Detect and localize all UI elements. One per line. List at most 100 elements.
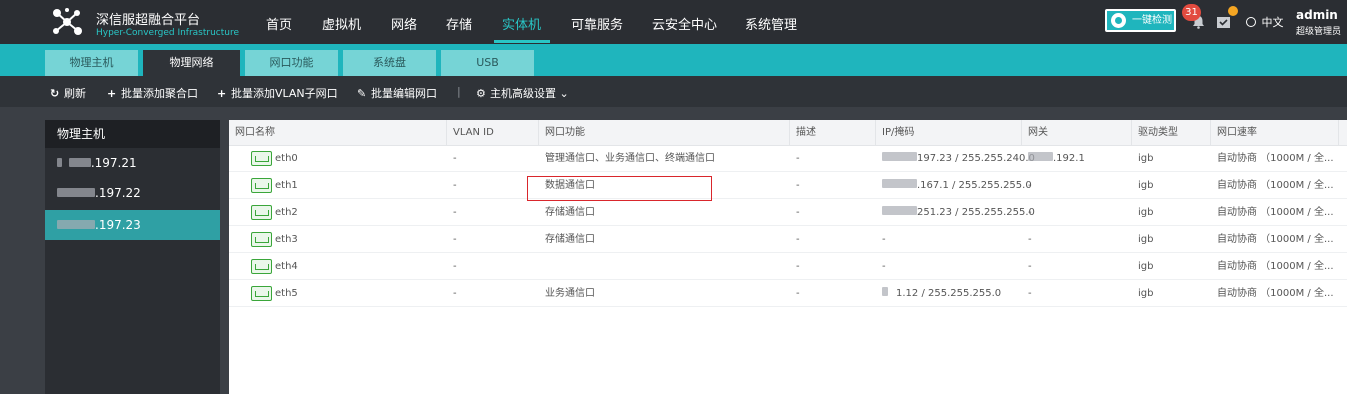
top-nav-bar: 深信服超融合平台 Hyper-Converged Infrastructure …	[0, 0, 1347, 44]
sidebar-host-item[interactable]: .197.21	[45, 148, 220, 178]
sidebar-host-item-active[interactable]: .197.23	[45, 210, 220, 240]
tab-physical-host[interactable]: 物理主机	[45, 50, 138, 76]
col-port-function[interactable]: 网口功能	[539, 120, 790, 146]
nav-system-management[interactable]: 系统管理	[745, 14, 797, 33]
plus-icon: +	[107, 87, 117, 100]
add-aggregate-port-button[interactable]: + 批量添加聚合口	[107, 85, 198, 101]
nav-home[interactable]: 首页	[266, 14, 292, 33]
redacted-text	[882, 152, 917, 161]
host-ip-suffix: .197.23	[95, 218, 141, 232]
table-row[interactable]: eth2 - 存储通信口 - 251.23 / 255.255.255.0 - …	[229, 200, 1347, 226]
network-port-icon	[251, 259, 272, 274]
one-key-check-button[interactable]: 一键检测	[1105, 9, 1176, 32]
host-sidebar: 物理主机 .197.21 .197.22 .197.23	[45, 120, 220, 394]
vlan-id: -	[453, 288, 457, 299]
network-port-icon	[251, 205, 272, 220]
driver-type: igb	[1138, 180, 1154, 191]
sub-tabs-bar: 物理主机 物理网络 网口功能 系统盘 USB	[0, 44, 1347, 76]
language-switch[interactable]: 中文	[1246, 14, 1284, 30]
nav-vm[interactable]: 虚拟机	[322, 14, 361, 33]
port-speed: 自动协商 （1000M / 全...	[1217, 207, 1334, 218]
nav-storage[interactable]: 存储	[446, 14, 472, 33]
table-row[interactable]: eth4 - - - - igb 自动协商 （1000M / 全...	[229, 254, 1347, 280]
network-port-icon	[251, 178, 272, 193]
nav-physical-host[interactable]: 实体机	[502, 14, 541, 33]
nav-reliable-service[interactable]: 可靠服务	[571, 14, 623, 33]
ip-mask-text: 1.12 / 255.255.255.0	[896, 288, 1002, 299]
redacted-text	[57, 188, 95, 197]
highlight-annotation-box	[527, 176, 712, 201]
port-table: 网口名称 VLAN ID 网口功能 描述 IP/掩码 网关 驱动类型 网口速率 …	[229, 120, 1347, 394]
col-description[interactable]: 描述	[790, 120, 876, 146]
vlan-id: -	[453, 234, 457, 245]
globe-icon	[1246, 17, 1256, 27]
nav-active-indicator	[494, 40, 550, 43]
col-vlan-id[interactable]: VLAN ID	[447, 120, 539, 146]
task-icon[interactable]	[1216, 14, 1231, 29]
host-ip-suffix: .197.22	[95, 186, 141, 200]
host-advanced-settings-dropdown[interactable]: ⚙ 主机高级设置 ⌄	[476, 85, 569, 101]
port-speed: 自动协商 （1000M / 全...	[1217, 153, 1334, 164]
redacted-text	[882, 287, 888, 296]
gear-icon: ⚙	[476, 87, 486, 100]
vlan-id: -	[453, 261, 457, 272]
ip-mask: -	[882, 234, 886, 245]
language-label: 中文	[1261, 16, 1284, 29]
description: -	[796, 207, 800, 218]
description: -	[796, 288, 800, 299]
vlan-id: -	[453, 207, 457, 218]
tab-physical-network[interactable]: 物理网络	[143, 50, 240, 76]
tab-system-disk[interactable]: 系统盘	[343, 50, 436, 76]
brand-subtitle: Hyper-Converged Infrastructure	[96, 28, 240, 38]
sidebar-title: 物理主机	[45, 120, 220, 148]
driver-type: igb	[1138, 153, 1154, 164]
table-row[interactable]: eth3 - 存储通信口 - - - igb 自动协商 （1000M / 全..…	[229, 227, 1347, 253]
col-port-speed[interactable]: 网口速率	[1211, 120, 1339, 146]
plus-icon: +	[217, 87, 227, 100]
check-icon	[1111, 13, 1126, 28]
refresh-button[interactable]: ↻ 刷新	[50, 85, 86, 101]
col-ip-mask[interactable]: IP/掩码	[876, 120, 1022, 146]
vlan-id: -	[453, 153, 457, 164]
host-ip-suffix: .197.21	[90, 156, 137, 170]
table-row[interactable]: eth5 - 业务通信口 - 1.12 / 255.255.255.0 - ig…	[229, 281, 1347, 307]
add-vlan-subport-button[interactable]: + 批量添加VLAN子网口	[217, 85, 338, 101]
redacted-text	[1028, 152, 1053, 161]
nav-network[interactable]: 网络	[391, 14, 417, 33]
gateway: -	[1028, 234, 1032, 245]
sidebar-host-item[interactable]: .197.22	[45, 178, 220, 208]
ip-mask: 197.23 / 255.255.240.0	[876, 146, 1035, 172]
nav-cloud-security[interactable]: 云安全中心	[652, 14, 717, 33]
port-function	[539, 254, 545, 280]
refresh-label: 刷新	[64, 87, 86, 100]
gateway: -	[1028, 261, 1032, 272]
col-driver-type[interactable]: 驱动类型	[1132, 120, 1211, 146]
pencil-icon: ✎	[357, 87, 367, 100]
port-function: 存储通信口	[545, 207, 595, 218]
tab-port-function[interactable]: 网口功能	[245, 50, 338, 76]
redacted-text	[57, 220, 95, 229]
ip-mask: 1.12 / 255.255.255.0	[876, 281, 1001, 307]
network-port-icon	[251, 151, 272, 166]
table-header: 网口名称 VLAN ID 网口功能 描述 IP/掩码 网关 驱动类型 网口速率	[229, 120, 1347, 146]
gateway: -	[1028, 288, 1032, 299]
tab-usb[interactable]: USB	[441, 50, 534, 76]
gateway: -	[1028, 180, 1032, 191]
description: -	[796, 180, 800, 191]
ip-mask-text: 251.23 / 255.255.255.0	[917, 207, 1035, 218]
gateway-text: .192.1	[1053, 153, 1085, 164]
brand-title: 深信服超融合平台	[96, 13, 201, 28]
table-row[interactable]: eth0 - 管理通信口、业务通信口、终端通信口 - 197.23 / 255.…	[229, 146, 1347, 172]
table-row[interactable]: eth1 - 数据通信口 - .167.1 / 255.255.255.0 - …	[229, 173, 1347, 199]
description: -	[796, 234, 800, 245]
col-port-name[interactable]: 网口名称	[229, 120, 447, 146]
col-gateway[interactable]: 网关	[1022, 120, 1132, 146]
toolbar: ↻ 刷新 + 批量添加聚合口 + 批量添加VLAN子网口 ✎ 批量编辑网口 | ⚙ 主机高…	[0, 76, 1347, 107]
task-notification-dot	[1228, 6, 1238, 16]
add-vlan-subport-label: 批量添加VLAN子网口	[231, 87, 338, 100]
batch-edit-port-label: 批量编辑网口	[371, 87, 437, 100]
ip-mask-text: .167.1 / 255.255.255.0	[917, 180, 1032, 191]
port-function: 业务通信口	[545, 288, 595, 299]
user-name[interactable]: admin	[1296, 8, 1338, 22]
batch-edit-port-button[interactable]: ✎ 批量编辑网口	[357, 85, 437, 101]
